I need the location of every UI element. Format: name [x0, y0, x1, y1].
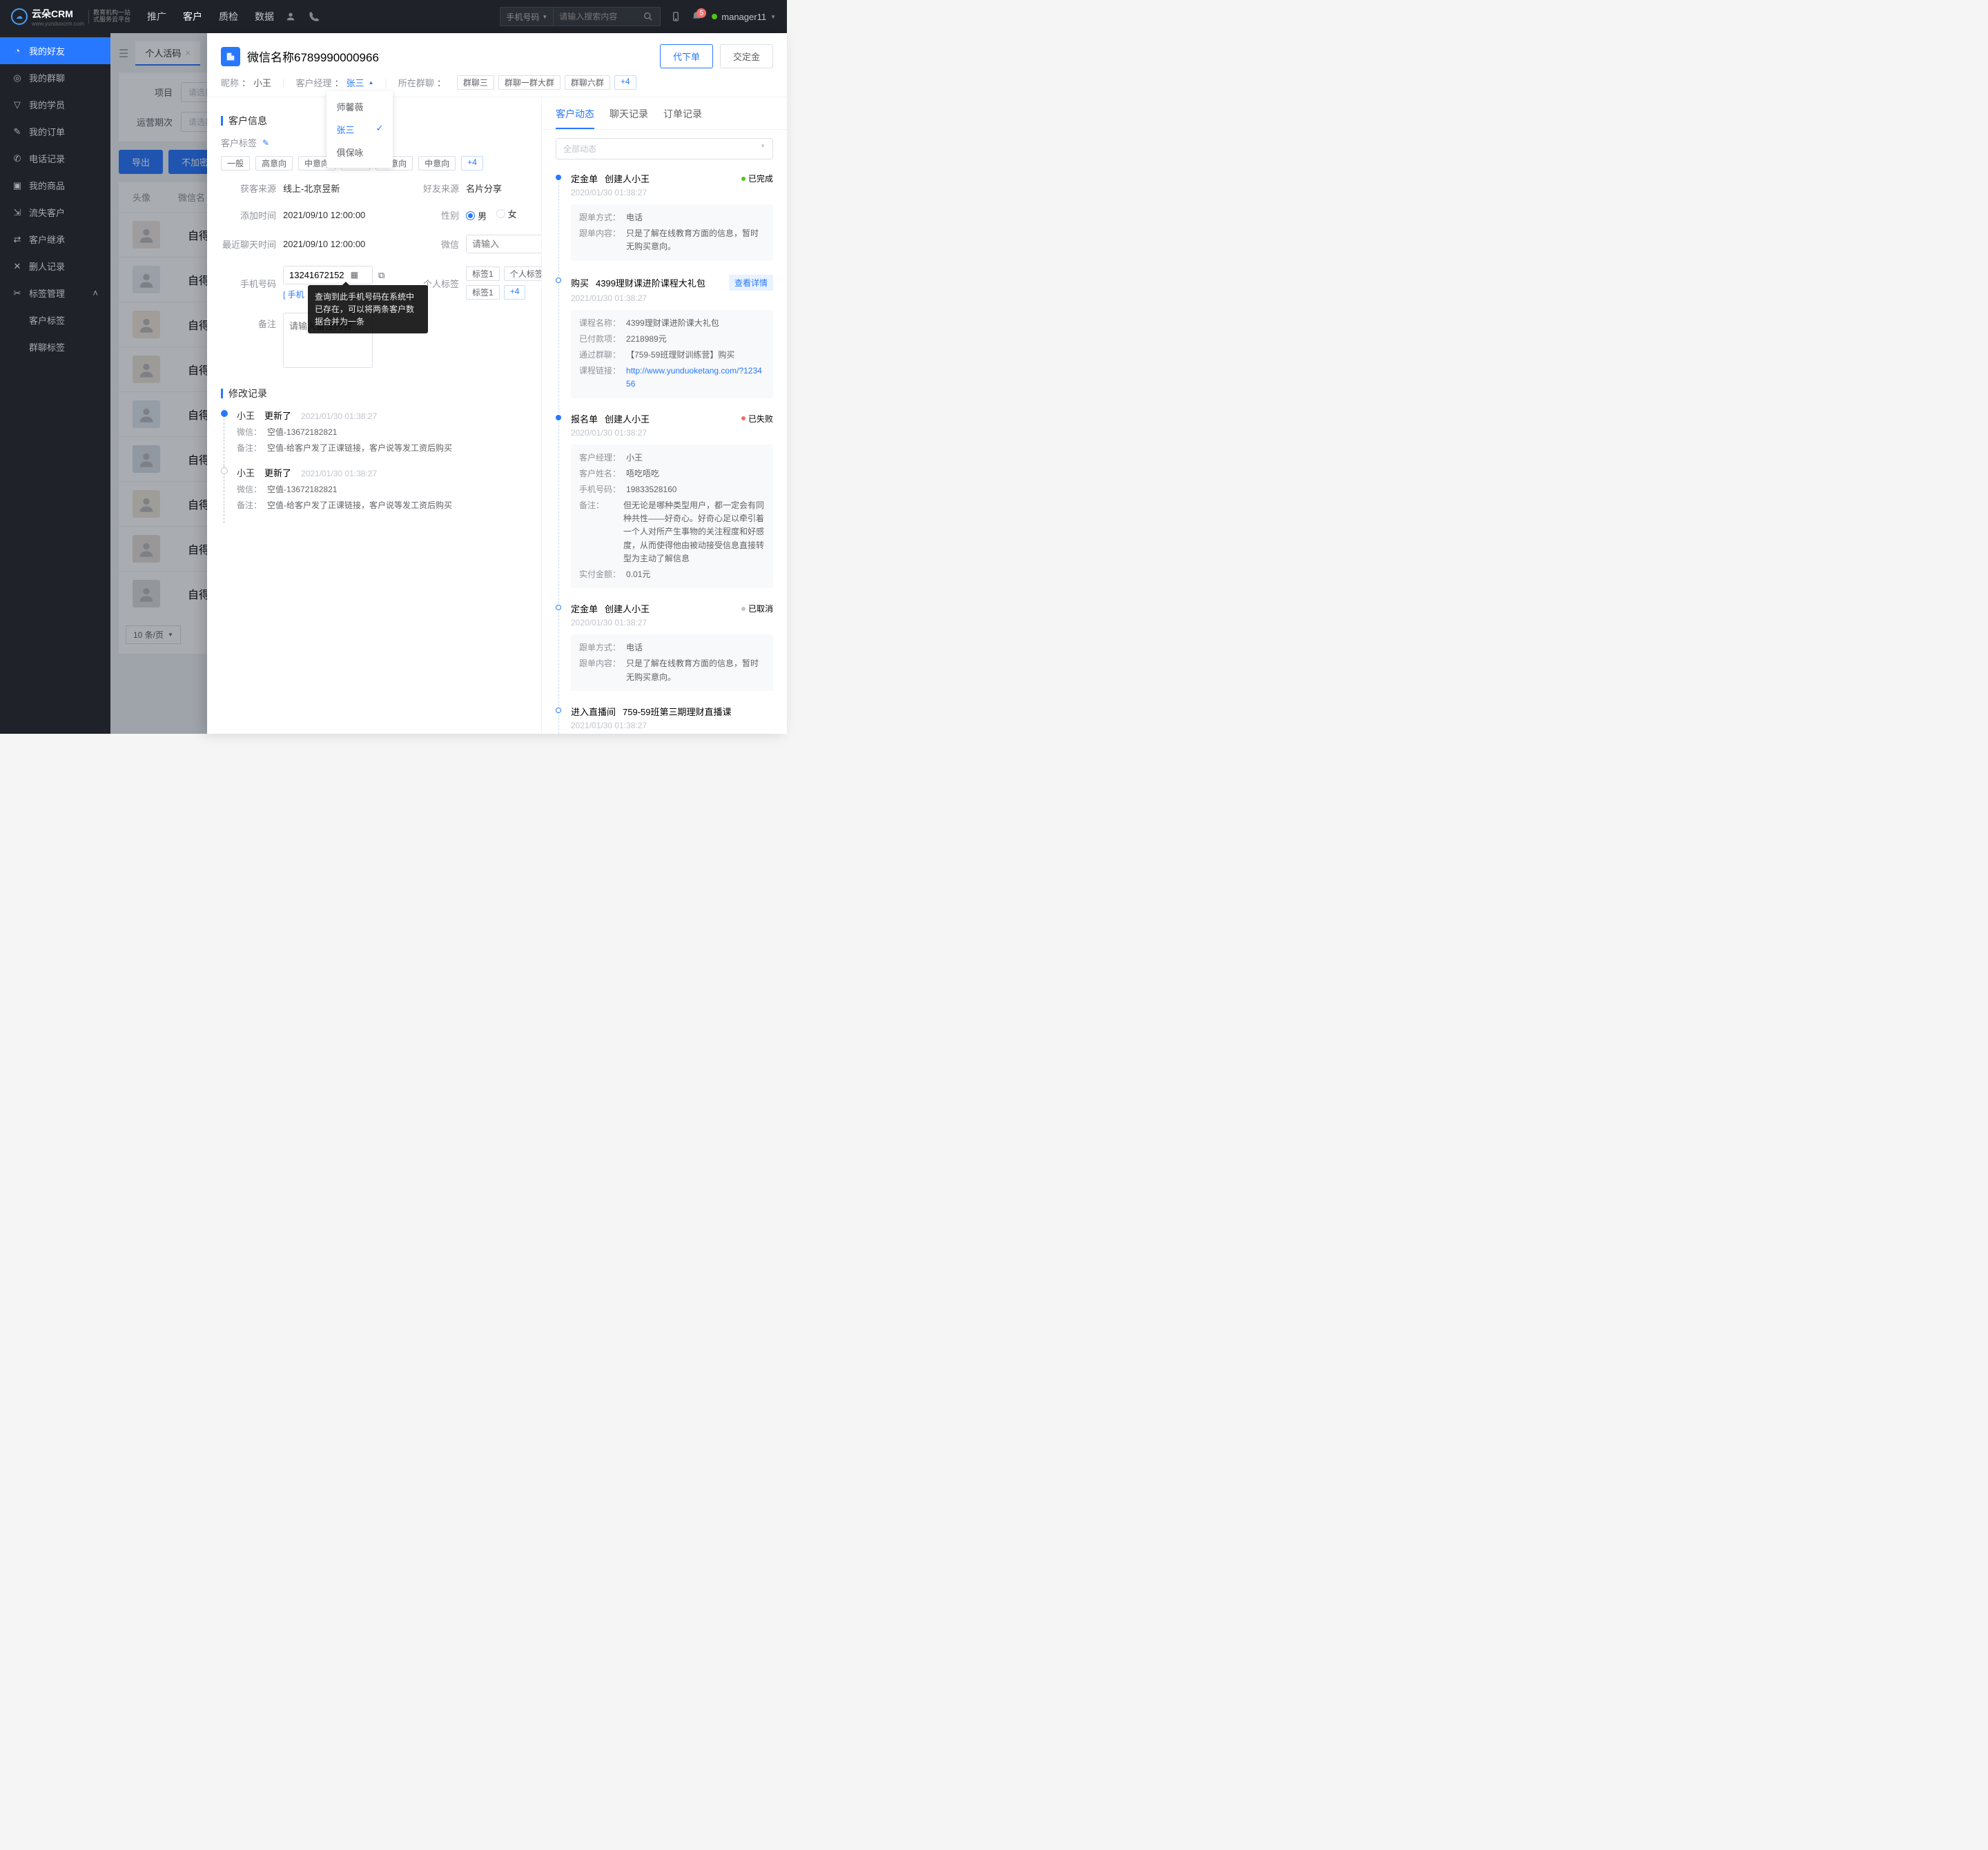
search-type-select[interactable]: 手机号码▼ — [500, 8, 554, 26]
edit-tags-icon[interactable]: ✎ — [262, 138, 269, 148]
nav-data[interactable]: 数据 — [255, 10, 274, 23]
sidebar-orders[interactable]: ✎我的订单 — [0, 118, 110, 145]
global-search: 手机号码▼ — [500, 7, 661, 26]
building-icon — [221, 47, 240, 66]
sidebar-delete-log[interactable]: ✕删人记录 — [0, 253, 110, 280]
user-icon[interactable] — [285, 11, 296, 22]
group-chip[interactable]: 群聊一群大群 — [498, 75, 561, 90]
manager-select[interactable]: 客户经理：张三 ▲ 师馨薇 张三✓ 俱保咏 — [295, 76, 373, 89]
notification-icon[interactable]: 5 — [691, 11, 702, 22]
group-chip[interactable]: 群聊三 — [457, 75, 494, 90]
view-detail-button[interactable]: 查看详情 — [729, 275, 773, 291]
sidebar-calls[interactable]: ✆电话记录 — [0, 145, 110, 172]
feed-item: 报名单创建人小王已失败 2020/01/30 01:38:27 客户经理：小王客… — [556, 412, 773, 603]
feed-filter-select[interactable]: 全部动态▼ — [556, 138, 773, 159]
phone-icon[interactable] — [309, 11, 320, 22]
customer-tag[interactable]: 高意向 — [255, 156, 293, 171]
sidebar-group-tags[interactable]: 群聊标签 — [0, 333, 110, 360]
logo-subtitle: 教育机构一站式服务云平台 — [88, 10, 130, 23]
feed-item: 购买4399理财课进阶课程大礼包查看详情 2021/01/30 01:38:27… — [556, 275, 773, 412]
ptag[interactable]: 个人标签12 — [504, 266, 542, 281]
customer-tag[interactable]: 一般 — [221, 156, 250, 171]
ptag[interactable]: 标签1 — [466, 266, 500, 281]
sidebar-churn[interactable]: ⇲流失客户 — [0, 199, 110, 226]
sidebar-customer-tags[interactable]: 客户标签 — [0, 306, 110, 333]
ptag-more[interactable]: +4 — [504, 285, 526, 300]
place-order-button[interactable]: 代下单 — [660, 44, 713, 68]
phone-merge-tooltip: 查询到此手机号码在系统中已存在，可以将两条客户数据合并为一条 — [308, 285, 428, 333]
nav-promo[interactable]: 推广 — [147, 10, 166, 23]
top-nav: ☁ 云朵CRM www.yunduocrm.com 教育机构一站式服务云平台 推… — [0, 0, 787, 33]
device-icon[interactable] — [670, 11, 681, 22]
sidebar-students[interactable]: ▽我的学员 — [0, 91, 110, 118]
feed-item: 定金单创建人小王已完成 2020/01/30 01:38:27 跟单方式：电话跟… — [556, 172, 773, 275]
dd-item-2[interactable]: 俱保咏 — [327, 141, 393, 164]
feed-item: 定金单创建人小王已取消 2020/01/30 01:38:27 跟单方式：电话跟… — [556, 602, 773, 705]
gender-male[interactable]: 男 — [466, 209, 487, 222]
section-edit-history: 修改记录 — [221, 387, 527, 400]
user-menu[interactable]: manager11 ▼ — [712, 12, 776, 22]
search-icon[interactable] — [636, 12, 660, 21]
notification-badge: 5 — [696, 8, 706, 18]
gender-female[interactable]: 女 — [496, 207, 517, 220]
tags-label: 客户标签 — [221, 136, 257, 149]
customer-tag-more[interactable]: +4 — [461, 156, 483, 171]
search-input[interactable] — [554, 12, 636, 21]
copy-icon[interactable]: ⧉ — [378, 270, 384, 281]
dd-item-1[interactable]: 张三✓ — [327, 118, 393, 141]
history-item: 小王更新了2021/01/30 01:38:27微信：空值-1367218282… — [224, 409, 527, 466]
group-chip-more[interactable]: +4 — [614, 75, 636, 90]
sidebar: ◔我的好友 ◎我的群聊 ▽我的学员 ✎我的订单 ✆电话记录 ▣我的商品 ⇲流失客… — [0, 33, 110, 734]
customer-tag[interactable]: 中意向 — [418, 156, 456, 171]
feed-item: 进入直播间759-59班第三期理财直播课 2021/01/30 01:38:27… — [556, 705, 773, 734]
sidebar-tags[interactable]: ✂标签管理˄ — [0, 280, 110, 306]
deposit-button[interactable]: 交定金 — [720, 44, 773, 68]
drawer-title: 微信名称6789990000966 — [247, 48, 379, 65]
customer-drawer: 微信名称6789990000966 代下单 交定金 昵称：小王 | 客户经理：张… — [207, 33, 787, 734]
nav-customer[interactable]: 客户 — [183, 10, 202, 23]
logo[interactable]: ☁ 云朵CRM www.yunduocrm.com 教育机构一站式服务云平台 — [11, 7, 130, 27]
status-dot — [712, 14, 717, 19]
group-chip[interactable]: 群聊六群 — [565, 75, 610, 90]
cloud-icon: ☁ — [11, 8, 28, 25]
dd-item-0[interactable]: 师馨薇 — [327, 95, 393, 118]
nav-qc[interactable]: 质检 — [219, 10, 238, 23]
sidebar-friends[interactable]: ◔我的好友 — [0, 37, 110, 64]
sidebar-goods[interactable]: ▣我的商品 — [0, 172, 110, 199]
manager-dropdown: 师馨薇 张三✓ 俱保咏 — [327, 91, 393, 168]
tab-chat[interactable]: 聊天记录 — [610, 107, 648, 129]
wechat-input[interactable] — [466, 235, 542, 253]
card-icon[interactable]: ▦ — [351, 270, 358, 280]
history-item: 小王更新了2021/01/30 01:38:27微信：空值-1367218282… — [224, 466, 527, 523]
logo-text: 云朵CRM — [32, 7, 84, 21]
tab-orders[interactable]: 订单记录 — [663, 107, 702, 129]
phone-input[interactable] — [283, 266, 373, 284]
sidebar-inherit[interactable]: ⇄客户继承 — [0, 226, 110, 253]
sidebar-groups[interactable]: ◎我的群聊 — [0, 64, 110, 91]
ptag[interactable]: 标签1 — [466, 285, 500, 300]
tab-activity[interactable]: 客户动态 — [556, 107, 594, 129]
